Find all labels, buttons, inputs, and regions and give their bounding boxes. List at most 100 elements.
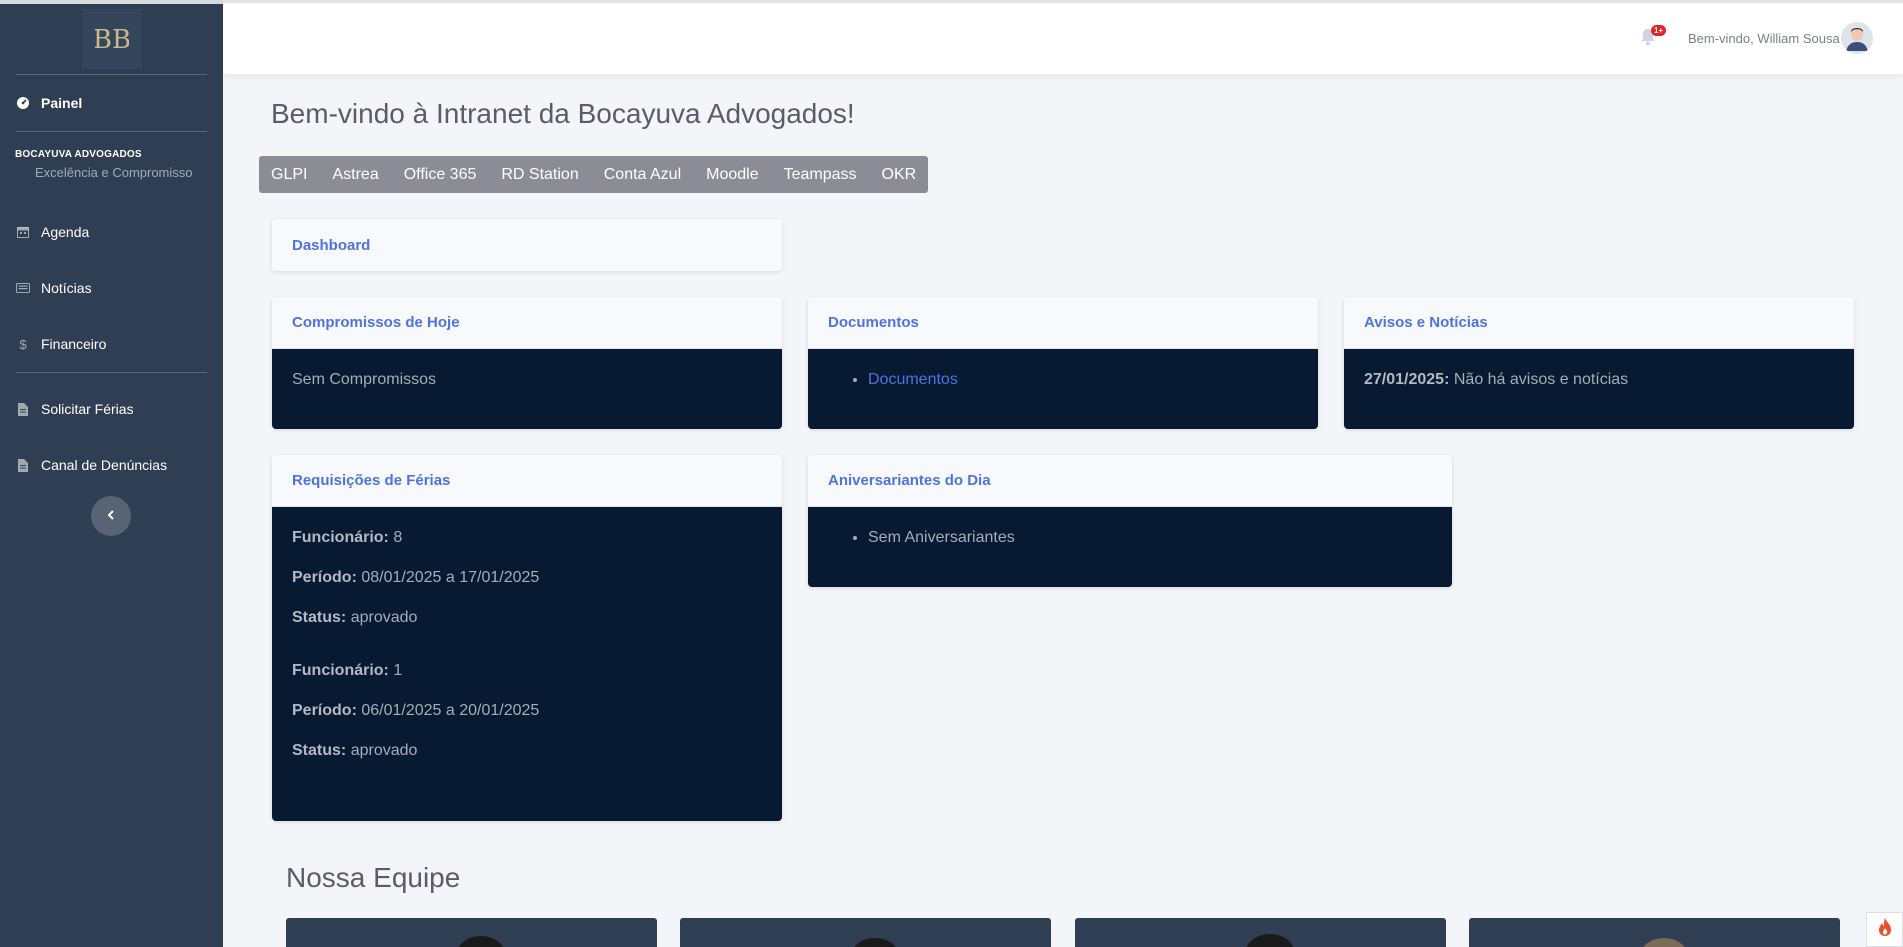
- card-header: Compromissos de Hoje: [272, 297, 782, 349]
- ferias-entry: Funcionário: 8 Período: 08/01/2025 a 17/…: [292, 529, 762, 627]
- field-value: 08/01/2025 a 17/01/2025: [361, 569, 540, 586]
- sidebar-toggle-button[interactable]: [91, 496, 131, 536]
- card-body: Sem Aniversariantes: [808, 507, 1452, 587]
- field-label: Status:: [292, 609, 347, 626]
- brand[interactable]: BB: [0, 4, 223, 74]
- ferias-status: Status: aprovado: [292, 609, 762, 627]
- card-header: Requisições de Férias: [272, 455, 782, 507]
- team-member-card[interactable]: [1469, 918, 1840, 947]
- app-link-okr[interactable]: OKR: [882, 166, 917, 184]
- card-title: Avisos e Notícias: [1364, 314, 1488, 331]
- brand-logo[interactable]: BB: [81, 9, 142, 69]
- documentos-card: Documentos Documentos: [808, 297, 1318, 429]
- ferias-status: Status: aprovado: [292, 742, 762, 760]
- sidebar: BB Painel BOCAYUVA ADVOGADOS Excelência …: [0, 0, 223, 947]
- team-member-photo: [456, 936, 506, 947]
- team-member-card[interactable]: [680, 918, 1051, 947]
- sidebar-item-agenda[interactable]: Agenda: [0, 204, 223, 260]
- team-title: Nossa Equipe: [286, 862, 461, 893]
- sidebar-item-painel[interactable]: Painel: [0, 75, 223, 131]
- card-title: Dashboard: [292, 236, 371, 254]
- field-value: 8: [393, 529, 403, 546]
- dashboard-card: Dashboard: [272, 219, 782, 271]
- team-member-photo: [1245, 934, 1295, 947]
- team-member-card[interactable]: [286, 918, 657, 947]
- card-title: Requisições de Férias: [292, 472, 451, 489]
- sidebar-item-label: Canal de Denúncias: [41, 457, 168, 473]
- app-link-astrea[interactable]: Astrea: [332, 166, 378, 184]
- ferias-periodo: Período: 08/01/2025 a 17/01/2025: [292, 569, 762, 587]
- avatar[interactable]: [1841, 22, 1873, 54]
- brand-logo-mark: BB: [95, 26, 129, 52]
- chevron-left-icon: [107, 507, 115, 525]
- sidebar-item-label: Financeiro: [41, 336, 107, 352]
- team-member-photo: [1639, 938, 1689, 947]
- sidebar-item-canal-denuncias[interactable]: Canal de Denúncias: [0, 437, 223, 493]
- field-label: Período:: [292, 702, 357, 719]
- app-link-moodle[interactable]: Moodle: [706, 166, 758, 184]
- file-icon: [16, 458, 30, 472]
- team-member-photo: [850, 938, 900, 947]
- avisos-card: Avisos e Notícias 27/01/2025: Não há avi…: [1344, 297, 1854, 429]
- field-label: Funcionário:: [292, 662, 389, 679]
- sidebar-section-title: BOCAYUVA ADVOGADOS: [15, 149, 142, 160]
- ferias-entry: Funcionário: 1 Período: 06/01/2025 a 20/…: [292, 662, 762, 760]
- floating-action-button[interactable]: [1866, 912, 1903, 947]
- card-header: Documentos: [808, 297, 1318, 349]
- card-title: Aniversariantes do Dia: [828, 472, 991, 489]
- card-body: 27/01/2025: Não há avisos e notícias: [1344, 349, 1854, 429]
- team-member-card[interactable]: [1075, 918, 1446, 947]
- aviso-date: 27/01/2025:: [1364, 371, 1450, 388]
- app-link-rd-station[interactable]: RD Station: [501, 166, 578, 184]
- sidebar-item-label: Notícias: [41, 280, 92, 296]
- card-header: Aniversariantes do Dia: [808, 455, 1452, 507]
- file-icon: [16, 402, 30, 416]
- card-title: Documentos: [828, 314, 919, 331]
- notification-badge: 1+: [1651, 25, 1667, 36]
- app-link-teampass[interactable]: Teampass: [784, 166, 857, 184]
- card-body: Funcionário: 8 Período: 08/01/2025 a 17/…: [272, 507, 782, 821]
- card-header: Dashboard: [272, 219, 782, 271]
- documents-list: Documentos: [828, 371, 1298, 389]
- sidebar-divider: [16, 372, 207, 373]
- field-label: Funcionário:: [292, 529, 389, 546]
- ferias-periodo: Período: 06/01/2025 a 20/01/2025: [292, 702, 762, 720]
- user-welcome[interactable]: Bem-vindo, William Sousa: [1688, 31, 1840, 46]
- app-link-office-365[interactable]: Office 365: [404, 166, 477, 184]
- list-item: Documentos: [868, 371, 1298, 389]
- apps-bar: GLPI Astrea Office 365 RD Station Conta …: [259, 156, 929, 193]
- sidebar-item-label: Solicitar Férias: [41, 401, 134, 417]
- sidebar-item-solicitar-ferias[interactable]: Solicitar Férias: [0, 381, 223, 437]
- ferias-funcionario: Funcionário: 1: [292, 662, 762, 680]
- field-value: aprovado: [350, 609, 418, 626]
- card-body: Documentos: [808, 349, 1318, 429]
- sidebar-section-heading: BOCAYUVA ADVOGADOS Excelência e Compromi…: [0, 132, 223, 196]
- calendar-icon: [16, 225, 30, 239]
- card-header: Avisos e Notícias: [1344, 297, 1854, 349]
- sidebar-item-financeiro[interactable]: $ Financeiro: [0, 316, 223, 372]
- sidebar-section-subtitle: Excelência e Compromisso: [35, 165, 193, 180]
- dashboard-icon: [16, 96, 30, 110]
- user-avatar-icon: [1841, 22, 1873, 54]
- field-value: 1: [393, 662, 403, 679]
- flame-icon: [1877, 917, 1893, 942]
- dollar-icon: $: [19, 336, 27, 352]
- card-body: Sem Compromissos: [272, 349, 782, 429]
- app-link-glpi[interactable]: GLPI: [271, 166, 307, 184]
- field-value: 06/01/2025 a 20/01/2025: [361, 702, 540, 719]
- brand-logo-text: BB: [95, 26, 129, 52]
- newspaper-icon: [16, 281, 30, 295]
- field-value: aprovado: [350, 742, 418, 759]
- app-link-conta-azul[interactable]: Conta Azul: [604, 166, 681, 184]
- card-title: Compromissos de Hoje: [292, 314, 460, 331]
- field-label: Período:: [292, 569, 357, 586]
- compromissos-empty-text: Sem Compromissos: [292, 371, 437, 388]
- documentos-link[interactable]: Documentos: [868, 371, 958, 388]
- sidebar-item-label: Painel: [41, 95, 83, 111]
- compromissos-card: Compromissos de Hoje Sem Compromissos: [272, 297, 782, 429]
- ferias-card: Requisições de Férias Funcionário: 8 Per…: [272, 455, 782, 821]
- aniversariantes-list: Sem Aniversariantes: [828, 529, 1432, 547]
- sidebar-item-noticias[interactable]: Notícias: [0, 260, 223, 316]
- list-item: Sem Aniversariantes: [868, 529, 1432, 547]
- ferias-funcionario: Funcionário: 8: [292, 529, 762, 547]
